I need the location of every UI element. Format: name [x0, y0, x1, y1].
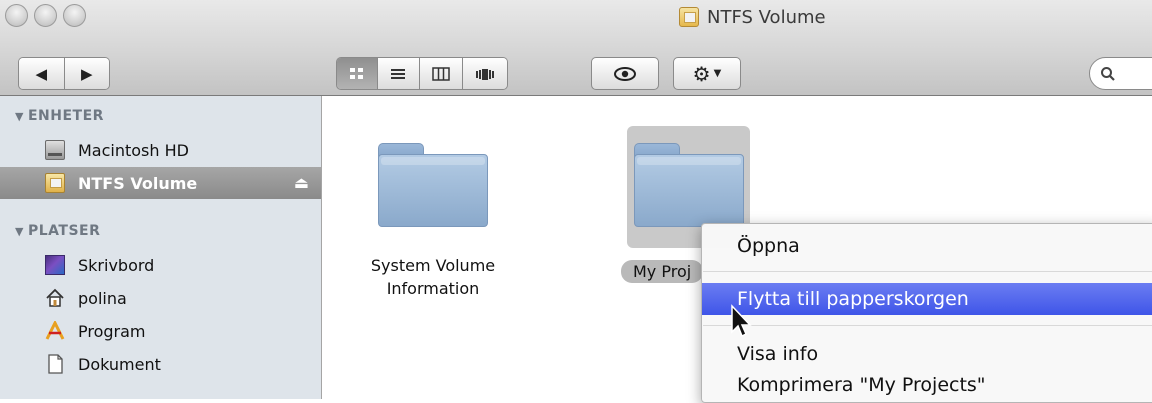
menu-separator — [703, 325, 1152, 326]
folder-label-system-volume[interactable]: System Volume Information — [350, 254, 516, 300]
sidebar-item-label: NTFS Volume — [78, 173, 198, 193]
menu-item-move-to-trash[interactable]: Flytta till papperskorgen — [702, 283, 1152, 315]
folder-icon[interactable] — [634, 143, 744, 227]
forward-button[interactable]: ▶ — [64, 58, 109, 89]
window-title: NTFS Volume — [679, 4, 826, 30]
column-view-button[interactable] — [419, 58, 463, 89]
search-icon — [1101, 66, 1115, 81]
list-view-button[interactable] — [378, 58, 420, 89]
sidebar: ▼ ENHETER Macintosh HD NTFS Volume ⏏ ▼ PLA… — [0, 96, 322, 399]
window-toolbar: NTFS Volume ◀ ▶ ⚙ ▼ — [0, 0, 1152, 96]
action-menu-button[interactable]: ⚙ ▼ — [673, 57, 741, 90]
home-icon — [45, 288, 65, 308]
sidebar-item-skrivbord[interactable]: Skrivbord — [0, 249, 321, 281]
sidebar-item-ntfs-volume[interactable]: NTFS Volume ⏏ — [0, 167, 321, 199]
menu-item-get-info[interactable]: Visa info — [702, 338, 1152, 370]
sidebar-item-program[interactable]: Program — [0, 315, 321, 347]
zoom-window-button[interactable] — [63, 4, 86, 27]
gear-icon: ⚙ — [692, 61, 711, 86]
search-field[interactable] — [1089, 57, 1152, 90]
context-menu: Öppna Flytta till papperskorgen Visa inf… — [701, 223, 1152, 403]
sidebar-item-macintosh-hd[interactable]: Macintosh HD — [0, 134, 321, 166]
folder-label-my-projects[interactable]: My Proj — [621, 260, 704, 283]
window-title-text: NTFS Volume — [707, 6, 826, 28]
menu-item-compress[interactable]: Komprimera "My Projects" — [702, 369, 1152, 401]
forward-arrow-icon: ▶ — [80, 64, 93, 83]
sidebar-item-dokument[interactable]: Dokument — [0, 348, 321, 380]
eject-icon[interactable]: ⏏ — [294, 173, 309, 192]
coverflow-view-button[interactable] — [462, 58, 507, 89]
applications-icon — [45, 319, 65, 341]
sidebar-section-devices[interactable]: ▼ ENHETER — [15, 108, 104, 124]
close-window-button[interactable] — [5, 4, 28, 27]
list-view-icon — [391, 68, 406, 79]
column-view-icon — [431, 66, 450, 81]
ntfs-drive-icon — [679, 7, 699, 27]
mouse-cursor-icon — [731, 304, 752, 338]
icon-view-button[interactable] — [337, 58, 379, 89]
sidebar-item-label: Macintosh HD — [78, 140, 189, 160]
icon-view-icon — [350, 67, 364, 79]
sidebar-item-label: Skrivbord — [78, 255, 155, 275]
eye-icon — [614, 66, 636, 81]
disclosure-triangle-icon: ▼ — [15, 110, 24, 123]
sidebar-section-places[interactable]: ▼ PLATSER — [15, 223, 100, 239]
desktop-icon — [45, 255, 65, 275]
hard-drive-icon — [45, 140, 65, 160]
ntfs-drive-icon — [45, 173, 65, 193]
folder-icon[interactable] — [378, 143, 488, 227]
coverflow-view-icon — [475, 68, 494, 80]
view-mode-control — [336, 57, 508, 90]
sidebar-item-label: Dokument — [78, 354, 161, 374]
sidebar-item-polina[interactable]: polina — [0, 282, 321, 314]
menu-item-open[interactable]: Öppna — [702, 230, 1152, 262]
minimize-window-button[interactable] — [34, 4, 57, 27]
documents-icon — [45, 354, 65, 374]
quicklook-button[interactable] — [591, 57, 659, 90]
sidebar-item-label: polina — [78, 288, 127, 308]
sidebar-item-label: Program — [78, 321, 146, 341]
back-button[interactable]: ◀ — [19, 58, 65, 89]
chevron-down-icon: ▼ — [713, 68, 722, 79]
back-forward-control: ◀ ▶ — [18, 57, 110, 90]
disclosure-triangle-icon: ▼ — [15, 225, 24, 238]
back-arrow-icon: ◀ — [35, 64, 48, 83]
menu-separator — [703, 271, 1152, 272]
